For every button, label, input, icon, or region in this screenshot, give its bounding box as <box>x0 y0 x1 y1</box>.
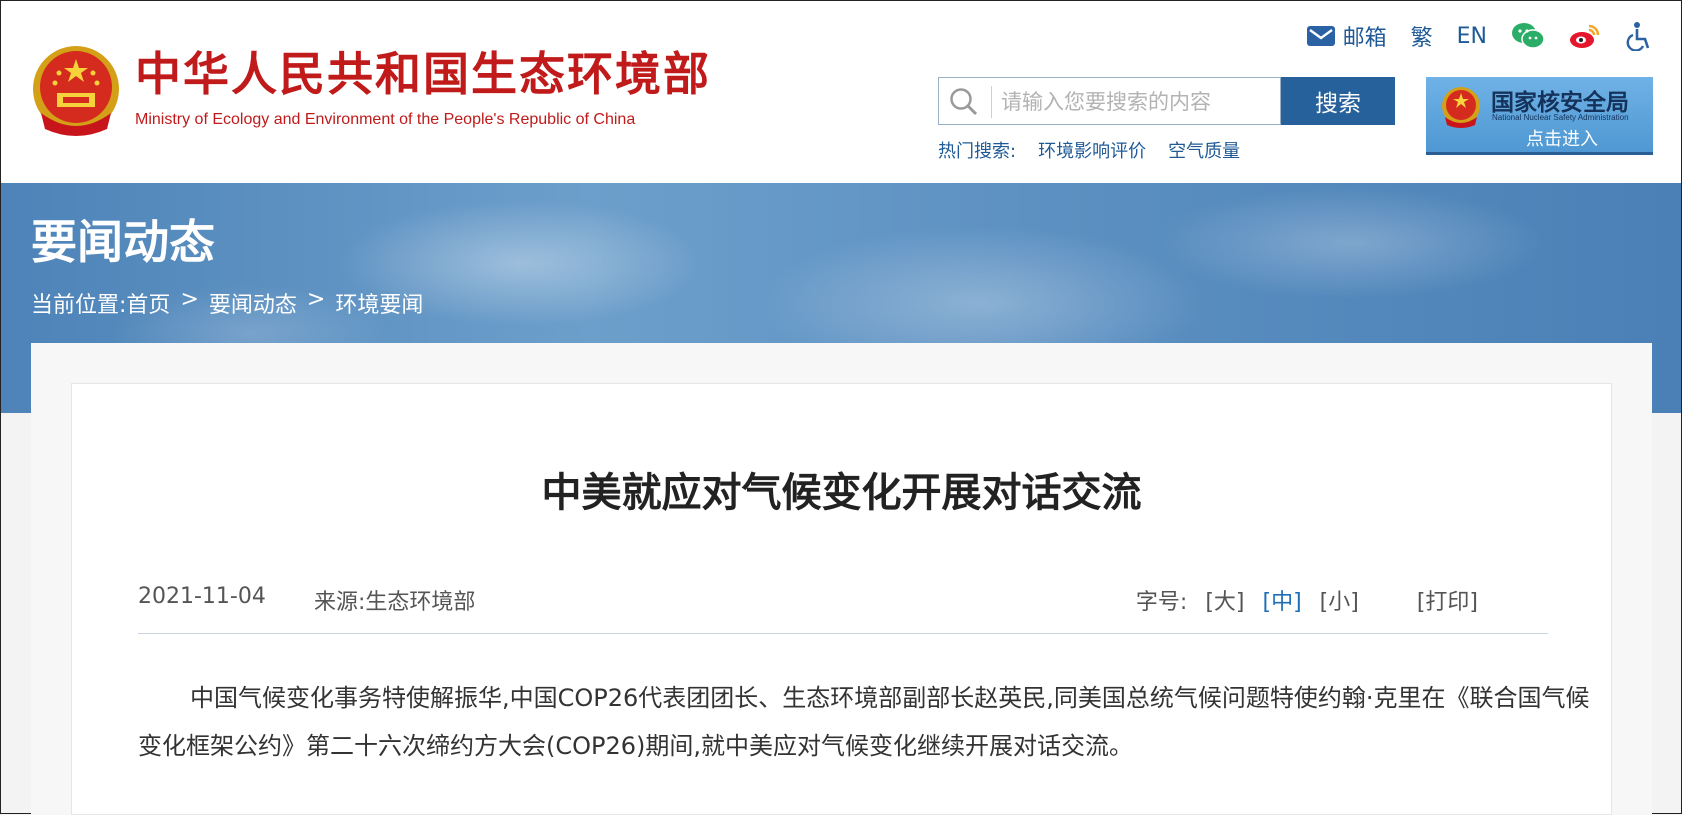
wechat-icon[interactable] <box>1511 22 1545 50</box>
breadcrumb-separator: > <box>180 287 199 312</box>
national-emblem-icon[interactable] <box>29 43 123 139</box>
traditional-chinese-link[interactable]: 繁 <box>1411 20 1433 52</box>
breadcrumb-label: 当前位置: <box>31 293 127 318</box>
font-size-control: 字号: [大] [中] [小] [打印] <box>1136 584 1478 616</box>
accessibility-icon[interactable] <box>1625 21 1651 51</box>
mail-link[interactable]: 邮箱 <box>1306 20 1387 52</box>
nuclear-safety-banner[interactable]: 国家核安全局 National Nuclear Safety Administr… <box>1426 77 1653 155</box>
meta-divider <box>138 633 1548 634</box>
nsa-title: 国家核安全局 <box>1491 90 1629 116</box>
print-link[interactable]: [打印] <box>1417 584 1478 616</box>
mail-label: 邮箱 <box>1342 26 1387 51</box>
font-size-medium[interactable]: [中] <box>1262 584 1301 616</box>
nsa-enter-label: 点击进入 <box>1526 129 1598 150</box>
mail-icon <box>1306 26 1335 46</box>
font-size-small[interactable]: [小] <box>1320 584 1359 616</box>
site-title[interactable]: 中华人民共和国生态环境部 <box>135 51 711 97</box>
article-body: 中国气候变化事务特使解振华,中国COP26代表团团长、生态环境部副部长赵英民,同… <box>138 684 1590 760</box>
national-emblem-icon <box>1442 87 1480 128</box>
breadcrumb-home[interactable]: 首页 <box>126 287 170 319</box>
english-link[interactable]: EN <box>1457 24 1487 49</box>
hot-search-item[interactable]: 环境影响评价 <box>1038 137 1146 163</box>
search-button[interactable]: 搜索 <box>1281 77 1395 125</box>
search-input[interactable] <box>999 82 1273 122</box>
section-title: 要闻动态 <box>31 215 215 269</box>
weibo-icon[interactable] <box>1569 22 1601 50</box>
article-meta: 2021-11-04 来源:生态环境部 字号: [大] [中] [小] [打印] <box>138 584 1548 616</box>
font-size-label: 字号: <box>1135 590 1188 615</box>
nsa-subtitle: National Nuclear Safety Administration <box>1492 113 1629 122</box>
hot-search-label: 热门搜索: <box>938 141 1017 162</box>
breadcrumb: 当前位置: 首页 > 要闻动态 > 环境要闻 <box>31 287 423 319</box>
hot-search: 热门搜索: 环境影响评价 空气质量 <box>938 137 1240 163</box>
site-header: 中华人民共和国生态环境部 Ministry of Ecology and Env… <box>1 1 1681 183</box>
search-box <box>938 77 1281 125</box>
article-card: 中美就应对气候变化开展对话交流 2021-11-04 来源:生态环境部 字号: … <box>71 383 1612 815</box>
font-size-large[interactable]: [大] <box>1205 584 1244 616</box>
article-date: 2021-11-04 <box>138 584 266 609</box>
breadcrumb-separator: > <box>306 287 326 312</box>
top-links: 邮箱 繁 EN <box>1306 20 1651 52</box>
hot-search-item[interactable]: 空气质量 <box>1168 137 1240 163</box>
search-icon <box>950 88 978 116</box>
breadcrumb-environment-news[interactable]: 环境要闻 <box>335 287 423 319</box>
article-source: 来源:生态环境部 <box>314 590 476 615</box>
site-subtitle: Ministry of Ecology and Environment of t… <box>135 111 636 128</box>
breadcrumb-news[interactable]: 要闻动态 <box>209 287 297 319</box>
search-divider <box>991 86 992 118</box>
article-title: 中美就应对气候变化开展对话交流 <box>541 470 1142 516</box>
